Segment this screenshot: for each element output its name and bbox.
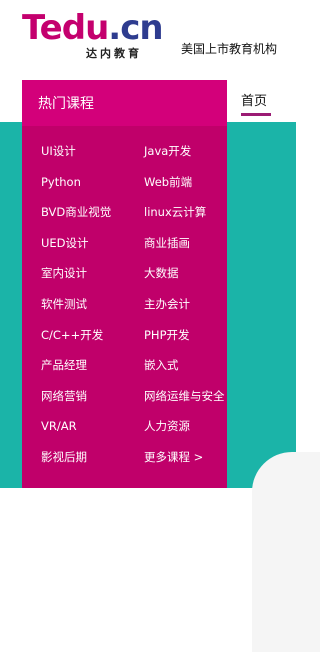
course-menu-item[interactable]: 软件测试 xyxy=(41,296,87,312)
course-menu-item[interactable]: linux云计算 xyxy=(144,204,206,220)
hero-person-image xyxy=(252,452,320,652)
course-menu-item[interactable]: 室内设计 xyxy=(41,265,87,281)
course-menu-item[interactable]: Python xyxy=(41,174,81,190)
course-menu-item[interactable]: Java开发 xyxy=(144,143,191,159)
course-menu-item[interactable]: 产品经理 xyxy=(41,357,87,373)
course-menu-title: 热门课程 xyxy=(38,96,94,112)
course-menu-item[interactable]: 网络营销 xyxy=(41,388,87,404)
header-tagline: 美国上市教育机构 xyxy=(181,42,278,56)
course-menu-item[interactable]: VR/AR xyxy=(41,418,77,434)
course-menu-item[interactable]: 主办会计 xyxy=(144,296,190,312)
logo-text-tedu: Tedu xyxy=(22,8,109,48)
course-menu-item[interactable]: UI设计 xyxy=(41,143,76,159)
course-menu-item[interactable]: 嵌入式 xyxy=(144,357,179,373)
course-menu-item[interactable]: 商业插画 xyxy=(144,235,190,251)
logo-subtitle: 达内教育 xyxy=(86,47,142,60)
course-menu-item[interactable]: Web前端 xyxy=(144,174,192,190)
course-menu-item[interactable]: UED设计 xyxy=(41,235,89,251)
course-menu-item[interactable]: C/C++开发 xyxy=(41,327,103,343)
course-menu-item[interactable]: 影视后期 xyxy=(41,449,87,465)
nav-home-link[interactable]: 首页 xyxy=(241,90,267,109)
tedu-logo[interactable]: Tedu.cn 达内教育 xyxy=(22,8,172,60)
course-menu-item[interactable]: 人力资源 xyxy=(144,418,190,434)
course-menu-item[interactable]: 大数据 xyxy=(144,265,179,281)
course-menu-item[interactable]: PHP开发 xyxy=(144,327,190,343)
logo-text-cn: .cn xyxy=(108,8,163,48)
site-header: Tedu.cn 达内教育 美国上市教育机构 xyxy=(0,0,296,80)
course-menu-item[interactable]: 网络运维与安全 xyxy=(144,388,225,404)
course-menu-item[interactable]: BVD商业视觉 xyxy=(41,204,111,220)
course-menu-item[interactable]: 更多课程 > xyxy=(144,449,203,465)
course-menu-header: 热门课程 xyxy=(22,80,227,126)
nav-active-underline xyxy=(241,113,271,116)
